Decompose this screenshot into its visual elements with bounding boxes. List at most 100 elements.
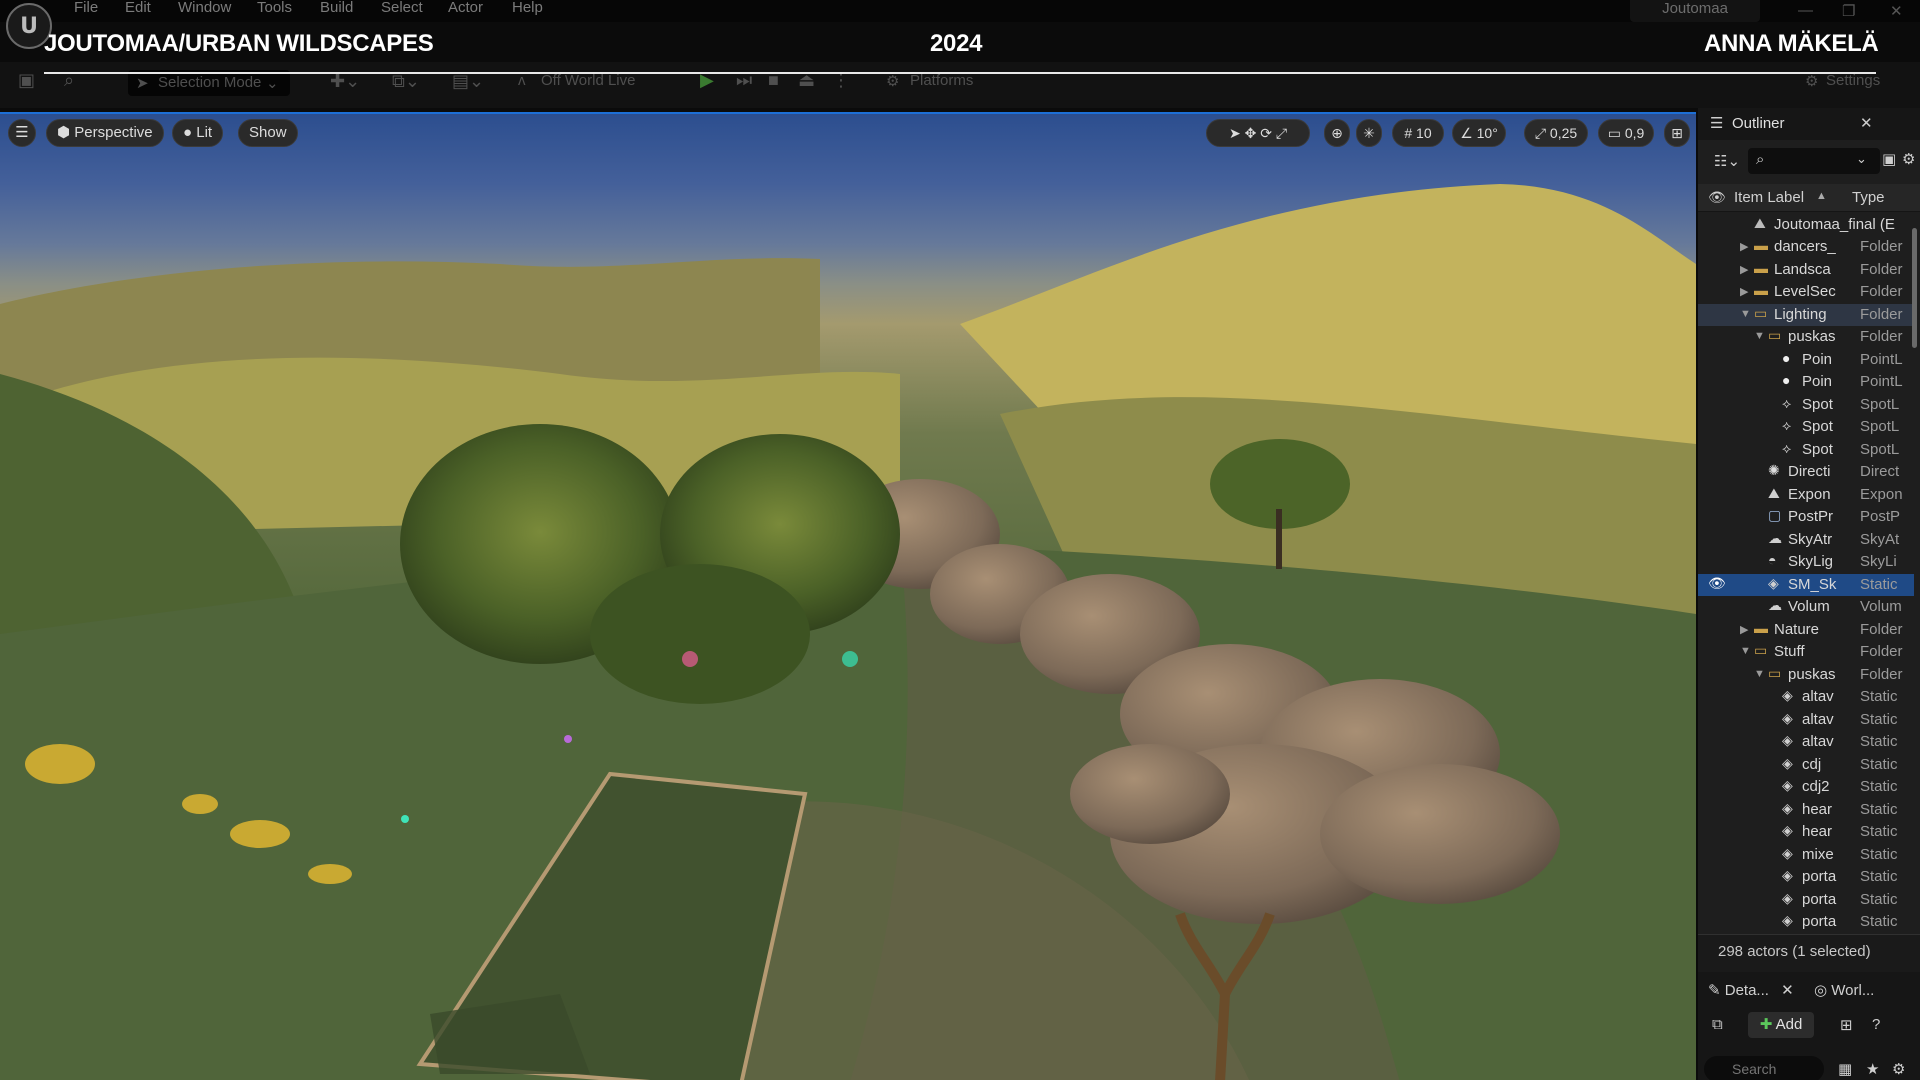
outliner-row[interactable]: ◈ altav Static — [1698, 709, 1914, 731]
menu-tools[interactable]: Tools — [257, 0, 292, 16]
menu-file[interactable]: File — [74, 0, 98, 16]
menu-edit[interactable]: Edit — [125, 0, 151, 16]
outliner-row[interactable]: ◈ hear Static — [1698, 821, 1914, 843]
world-space-icon[interactable]: ⊕ — [1324, 119, 1350, 147]
off-world-live-button[interactable]: Off World Live — [541, 72, 635, 89]
outliner-row[interactable]: ▶ ▬ Nature Folder — [1698, 619, 1914, 641]
move-tool-icon[interactable]: ✥ — [1245, 125, 1257, 141]
outliner-row[interactable]: ◈ hear Static — [1698, 799, 1914, 821]
rotate-tool-icon[interactable]: ⟳ — [1260, 125, 1272, 141]
select-tool-icon[interactable]: ➤ — [1229, 125, 1241, 141]
expand-arrow-icon[interactable]: ▶ — [1740, 623, 1748, 636]
visibility-eye-icon[interactable]: 👁 — [1708, 189, 1726, 206]
maximize-icon[interactable]: ❐ — [1842, 2, 1855, 20]
outliner-row[interactable]: ◈ cdj2 Static — [1698, 776, 1914, 798]
close-icon[interactable]: ✕ — [1860, 114, 1873, 132]
collapse-arrow-icon[interactable]: ▼ — [1740, 308, 1751, 320]
outliner-row[interactable]: ☁ Volum Volum — [1698, 596, 1914, 618]
lit-button[interactable]: ● Lit — [172, 119, 224, 147]
outliner-row[interactable]: ▶ ▬ Landsca Folder — [1698, 259, 1914, 281]
outliner-row[interactable]: ▶ ▬ dancers_ Folder — [1698, 236, 1914, 258]
menu-help[interactable]: Help — [512, 0, 543, 16]
outliner-row[interactable]: ◈ porta Static — [1698, 866, 1914, 888]
rotation-snap-toggle[interactable]: ∠ 10° — [1452, 119, 1506, 147]
outliner-search[interactable]: ⌕ ⌄ — [1748, 148, 1880, 174]
outliner-row[interactable]: ◈ altav Static — [1698, 731, 1914, 753]
outliner-row[interactable]: ◈ altav Static — [1698, 686, 1914, 708]
add-component-button[interactable]: ✚ Add — [1748, 1012, 1814, 1038]
outliner-row[interactable]: ⟡ Spot SpotL — [1698, 394, 1914, 416]
menu-actor[interactable]: Actor — [448, 0, 483, 16]
outliner-row[interactable]: ☁ SkyAtr SkyAt — [1698, 529, 1914, 551]
scene-render[interactable] — [0, 114, 1696, 1080]
expand-arrow-icon[interactable]: ▶ — [1740, 240, 1748, 253]
outliner-row[interactable]: ◈ porta Static — [1698, 911, 1914, 933]
outliner-row[interactable]: ▶ ▬ LevelSec Folder — [1698, 281, 1914, 303]
grid-snap-toggle[interactable]: # 10 — [1392, 119, 1444, 147]
tab-details[interactable]: ✎ Deta... ✕ — [1708, 976, 1794, 1006]
new-folder-icon[interactable]: ▣ — [1882, 150, 1896, 168]
show-button[interactable]: Show — [238, 119, 298, 147]
outliner-header: ☰ Outliner ✕ — [1698, 108, 1920, 140]
close-icon[interactable]: ✕ — [1781, 982, 1794, 999]
platforms-button[interactable]: Platforms — [910, 72, 973, 89]
visibility-eye-icon[interactable]: 👁 — [1708, 575, 1726, 592]
outliner-row[interactable]: ▼ ▭ Lighting Folder — [1698, 303, 1914, 326]
chevron-down-icon[interactable]: ⌄ — [1856, 151, 1867, 167]
scale-snap-toggle[interactable]: ⤢ 0,25 — [1524, 119, 1588, 147]
blueprint-icon[interactable]: ⧉⌄ — [392, 71, 420, 92]
expand-arrow-icon[interactable]: ▶ — [1740, 263, 1748, 276]
outliner-row[interactable]: ◈ mixe Static — [1698, 844, 1914, 866]
scale-tool-icon[interactable]: ⤢ — [1276, 125, 1287, 141]
outliner-row[interactable]: ● Poin PointL — [1698, 349, 1914, 371]
cinematics-icon[interactable]: ▤⌄ — [452, 71, 484, 92]
outliner-row[interactable]: ⟡ Spot SpotL — [1698, 416, 1914, 438]
row-type: PointL — [1860, 373, 1903, 390]
column-item-label[interactable]: Item Label — [1734, 189, 1804, 206]
viewport-menu-icon[interactable]: ☰ — [8, 119, 36, 147]
details-search-input[interactable] — [1704, 1056, 1824, 1080]
star-icon[interactable]: ★ — [1866, 1060, 1879, 1078]
save-icon[interactable]: ▣ — [18, 70, 35, 91]
close-window-icon[interactable]: ✕ — [1890, 2, 1903, 20]
menu-build[interactable]: Build — [320, 0, 353, 16]
collapse-arrow-icon[interactable]: ▼ — [1754, 668, 1765, 680]
chevron-down-icon: ⌄ — [266, 75, 279, 92]
settings-button[interactable]: Settings — [1826, 72, 1880, 89]
layout-icon[interactable]: ⊞ — [1664, 119, 1690, 147]
add-actor-icon[interactable]: ✚⌄ — [330, 71, 360, 92]
level-viewport[interactable]: ☰ ⬢ Perspective ● Lit Show ➤ ✥ ⟳ ⤢ ⊕ ✳ #… — [0, 112, 1696, 1080]
row-type: SpotL — [1860, 395, 1900, 413]
expand-arrow-icon[interactable]: ▶ — [1740, 285, 1748, 298]
menu-window[interactable]: Window — [178, 0, 231, 16]
collapse-arrow-icon[interactable]: ▼ — [1740, 645, 1751, 657]
outliner-scrollbar[interactable] — [1912, 228, 1917, 348]
column-type[interactable]: Type — [1852, 189, 1885, 206]
outliner-row[interactable]: 👁 ◈ SM_Sk Static — [1698, 573, 1914, 596]
outliner-row[interactable]: ⛰ Expon Expon — [1698, 484, 1914, 506]
tab-world[interactable]: ◎ Worl... — [1814, 976, 1874, 1006]
collapse-arrow-icon[interactable]: ▼ — [1754, 330, 1765, 342]
perspective-button[interactable]: ⬢ Perspective — [46, 119, 164, 147]
filter-icon[interactable]: ☷⌄ — [1714, 152, 1740, 170]
outliner-row[interactable]: ◓ SkyLig SkyLi — [1698, 551, 1914, 573]
minimize-icon[interactable]: — — [1798, 2, 1813, 19]
outliner-row[interactable]: ▼ ▭ puskas Folder — [1698, 664, 1914, 686]
outliner-row[interactable]: ● Poin PointL — [1698, 371, 1914, 393]
outliner-row[interactable]: ◈ cdj Static — [1698, 754, 1914, 776]
outliner-row[interactable]: ✺ Directi Direct — [1698, 461, 1914, 483]
camera-speed-button[interactable]: ▭ 0,9 — [1598, 119, 1654, 147]
settings-gear-icon[interactable]: ⚙ — [1902, 150, 1915, 168]
surface-snap-icon[interactable]: ✳ — [1356, 119, 1382, 147]
help-icon[interactable]: ? — [1872, 1016, 1880, 1033]
gear-icon[interactable]: ⚙ — [1892, 1060, 1905, 1078]
outliner-row[interactable]: ▼ ▭ Stuff Folder — [1698, 641, 1914, 663]
outliner-row[interactable]: ▢ PostPr PostP — [1698, 506, 1914, 528]
table-view-icon[interactable]: ▦ — [1838, 1060, 1852, 1078]
outliner-row[interactable]: ◈ porta Static — [1698, 889, 1914, 911]
blueprint-icon[interactable]: ⧉ — [1712, 1016, 1723, 1033]
hierarchy-icon[interactable]: ⊞ — [1840, 1016, 1853, 1034]
outliner-row[interactable]: ▼ ▭ puskas Folder — [1698, 326, 1914, 348]
outliner-row[interactable]: ⟡ Spot SpotL — [1698, 439, 1914, 461]
menu-select[interactable]: Select — [381, 0, 423, 16]
